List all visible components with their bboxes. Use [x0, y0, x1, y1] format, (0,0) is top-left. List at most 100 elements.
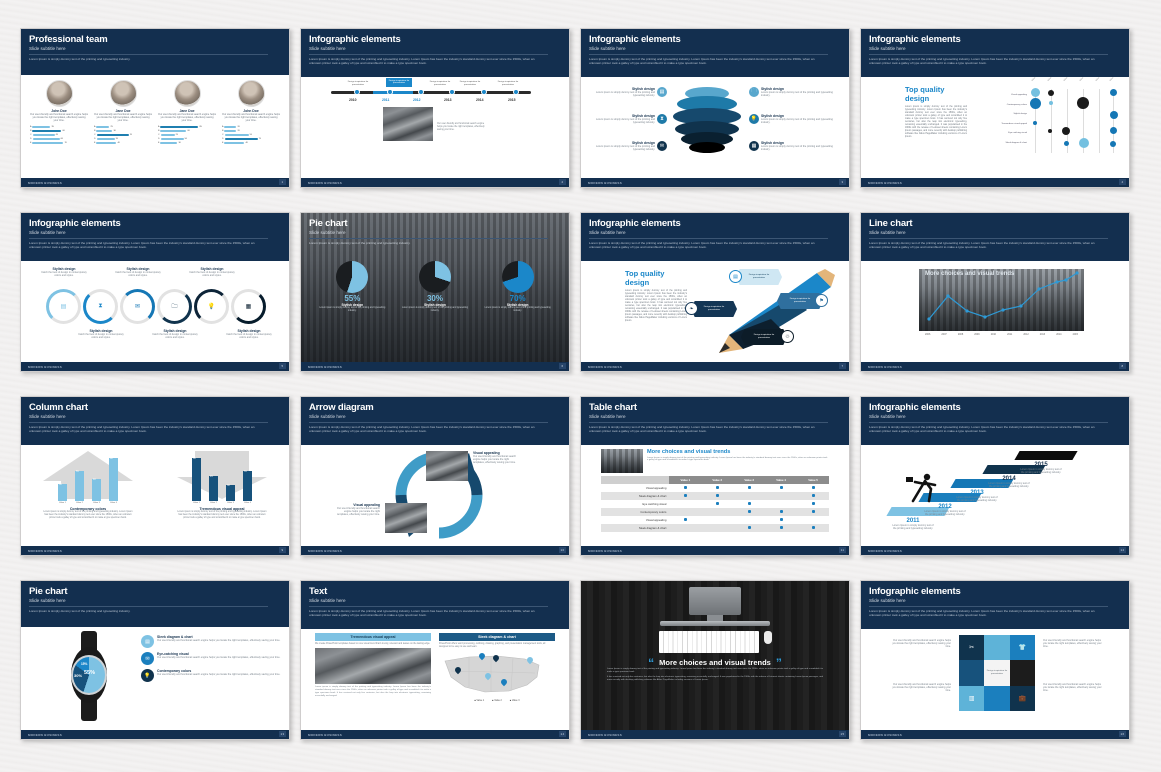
- slide-header: Infographic elements Slide subtitle here…: [21, 213, 289, 261]
- team-member: Jane Doe Our user-friendly and functiona…: [158, 80, 216, 145]
- page-number: 12: [1119, 547, 1126, 554]
- slide-thumbnail-9[interactable]: Column chart Slide subtitle here Lorem I…: [20, 396, 290, 556]
- footer-label: MODERN BUSINESS: [308, 732, 343, 737]
- matrix-row-label: Contemporary colors: [1006, 103, 1027, 106]
- slide-subtitle: Slide subtitle here: [309, 414, 549, 423]
- calculator-icon: ▦: [749, 141, 759, 151]
- slide-subtitle: Slide subtitle here: [869, 230, 1109, 239]
- timeline-node[interactable]: [387, 89, 393, 95]
- axis-tick: 2011: [1007, 333, 1013, 336]
- timeline-callout-active[interactable]: Design inspiration for presentation: [386, 78, 412, 87]
- timeline-node[interactable]: [481, 89, 487, 95]
- slide-thumbnail-7[interactable]: Infographic elements Slide subtitle here…: [580, 212, 850, 372]
- bar: 80: [109, 457, 118, 501]
- recycle-icon: ♲: [781, 330, 794, 343]
- check-mark: [715, 494, 719, 497]
- slide-thumbnail-6[interactable]: Pie chart Slide subtitle here Lorem Ipsu…: [300, 212, 570, 372]
- map-pin[interactable]: [453, 665, 463, 675]
- item-text: Catch the best of design in contemporary…: [115, 271, 161, 278]
- slide-subtitle: Slide subtitle here: [589, 414, 829, 423]
- slide-footer: MODERN BUSINESS 2: [301, 178, 569, 187]
- axis-tick: 2013: [1039, 333, 1046, 336]
- axis-tick: 2009: [974, 333, 980, 336]
- timeline-node[interactable]: [449, 89, 455, 95]
- slide-body-text: Lorem Ipsum is simply dummy text of the …: [589, 241, 815, 250]
- slide-thumbnail-15[interactable]: “ More choices and visual trends ” Lorem…: [580, 580, 850, 740]
- check-mark: [811, 510, 815, 513]
- bubble: [1048, 129, 1052, 133]
- slide-footer: MODERN BUSINESS 13: [21, 730, 289, 739]
- table-row: Sleek diagram & chart: [601, 492, 829, 500]
- timeline-year: 2012: [413, 98, 421, 102]
- check-mark: [811, 502, 815, 505]
- chain-ring: ▦: [231, 289, 266, 324]
- slide-content: Design inspiration for presentation Desi…: [301, 77, 569, 177]
- bar-value: 30: [178, 141, 181, 144]
- slide-content: ▤ ⧗ ✉ 🗀 💡 ▦ Stylish design Catch the bes…: [21, 261, 289, 361]
- bulb-icon: 💡: [141, 669, 154, 682]
- matrix-row-label: Visual appealing: [1010, 94, 1027, 96]
- footer-label: MODERN BUSINESS: [308, 180, 343, 185]
- axis-tick: Value 1: [193, 502, 200, 504]
- column-header: Value 5: [797, 476, 829, 484]
- legend-label: ■ Value 1: [474, 700, 485, 702]
- bar: 40: [92, 478, 101, 501]
- map-pin[interactable]: [499, 677, 509, 687]
- slide-thumbnail-4[interactable]: Infographic elements Slide subtitle here…: [860, 28, 1130, 188]
- axis-tick: 2008: [957, 333, 964, 336]
- step-text: Lorem Ipsum is simply dummy text of the …: [892, 524, 934, 531]
- avatar: [109, 80, 137, 107]
- timeline-node[interactable]: [418, 89, 424, 95]
- keyboard-icon: [658, 631, 759, 653]
- slide-thumbnail-10[interactable]: Arrow diagram Slide subtitle here Lorem …: [300, 396, 570, 556]
- slide-body-text: Lorem Ipsum is simply dummy text of the …: [869, 609, 1095, 618]
- slide-thumbnail-11[interactable]: Table chart Slide subtitle here Lorem Ip…: [580, 396, 850, 556]
- axis-tick: 2015: [1072, 333, 1078, 336]
- team-member: Jane Doe Our user-friendly and functiona…: [94, 80, 152, 145]
- item-text: Catch the best of design in contemporary…: [226, 333, 272, 340]
- bar: 30: [226, 484, 235, 501]
- presentation-icon: ▤: [657, 87, 667, 97]
- table-photo: [601, 449, 643, 473]
- step-item: 2015 Lorem Ipsum is simply dummy text of…: [1019, 462, 1063, 474]
- bubble: [1110, 127, 1117, 134]
- slide-thumbnail-2[interactable]: Infographic elements Slide subtitle here…: [300, 28, 570, 188]
- timeline-node[interactable]: [354, 89, 360, 95]
- check-mark: [747, 502, 751, 505]
- page-number: 5: [279, 363, 286, 370]
- timeline-year: 2011: [382, 98, 390, 102]
- bubble: [1110, 111, 1118, 119]
- slide-thumbnail-14[interactable]: Text Slide subtitle here Lorem Ipsum is …: [300, 580, 570, 740]
- map-pin[interactable]: [525, 655, 535, 665]
- bubble: [1049, 101, 1053, 105]
- leaf-icon: ❧: [685, 302, 698, 315]
- bar-value: 40: [245, 141, 248, 144]
- slide-thumbnail-3[interactable]: Infographic elements Slide subtitle here…: [580, 28, 850, 188]
- slide-thumbnail-13[interactable]: Pie chart Slide subtitle here Lorem Ipsu…: [20, 580, 290, 740]
- chain-caption: Stylish design Catch the best of design …: [113, 267, 163, 277]
- quote-open-icon: “: [648, 655, 655, 670]
- arrow-photo: [426, 451, 468, 481]
- timeline-node[interactable]: [513, 89, 519, 95]
- data-table: Value 1 Value 2 Value 3 Value 4 Value 5 …: [601, 476, 829, 532]
- puzzle-grid: ✂ 👕 Design inspiration for presentation …: [959, 635, 1035, 711]
- item-text: Lorem ipsum is simply dummy text of the …: [761, 145, 833, 152]
- pie-slice-label: 55%: [84, 670, 96, 676]
- pie-slice-label: 15%: [81, 662, 88, 666]
- map-pin[interactable]: [477, 651, 487, 661]
- slide-content: Stylish design Lorem ipsum is simply dum…: [581, 77, 849, 177]
- map-pin[interactable]: [491, 653, 501, 663]
- slide-thumbnail-5[interactable]: Infographic elements Slide subtitle here…: [20, 212, 290, 372]
- slide-thumbnail-12[interactable]: Infographic elements Slide subtitle here…: [860, 396, 1130, 556]
- axis-tick: Value 3: [93, 502, 100, 504]
- map-pin[interactable]: [483, 671, 493, 681]
- puzzle-center: Design inspiration for presentation: [984, 660, 1010, 686]
- quote-heading: More choices and visual trends: [659, 658, 771, 667]
- slide-thumbnail-16[interactable]: Infographic elements Slide subtitle here…: [860, 580, 1130, 740]
- axis-tick: Value 1: [59, 502, 66, 504]
- bubble: [1062, 127, 1070, 135]
- slide-thumbnail-8[interactable]: Line chart Slide subtitle here Lorem Ips…: [860, 212, 1130, 372]
- pie-value: 30%: [426, 294, 443, 303]
- slide-content: 55% 30% 15% ▤ Sleek diagram & chart Our …: [21, 627, 289, 727]
- slide-thumbnail-1[interactable]: Professional team Slide subtitle here Lo…: [20, 28, 290, 188]
